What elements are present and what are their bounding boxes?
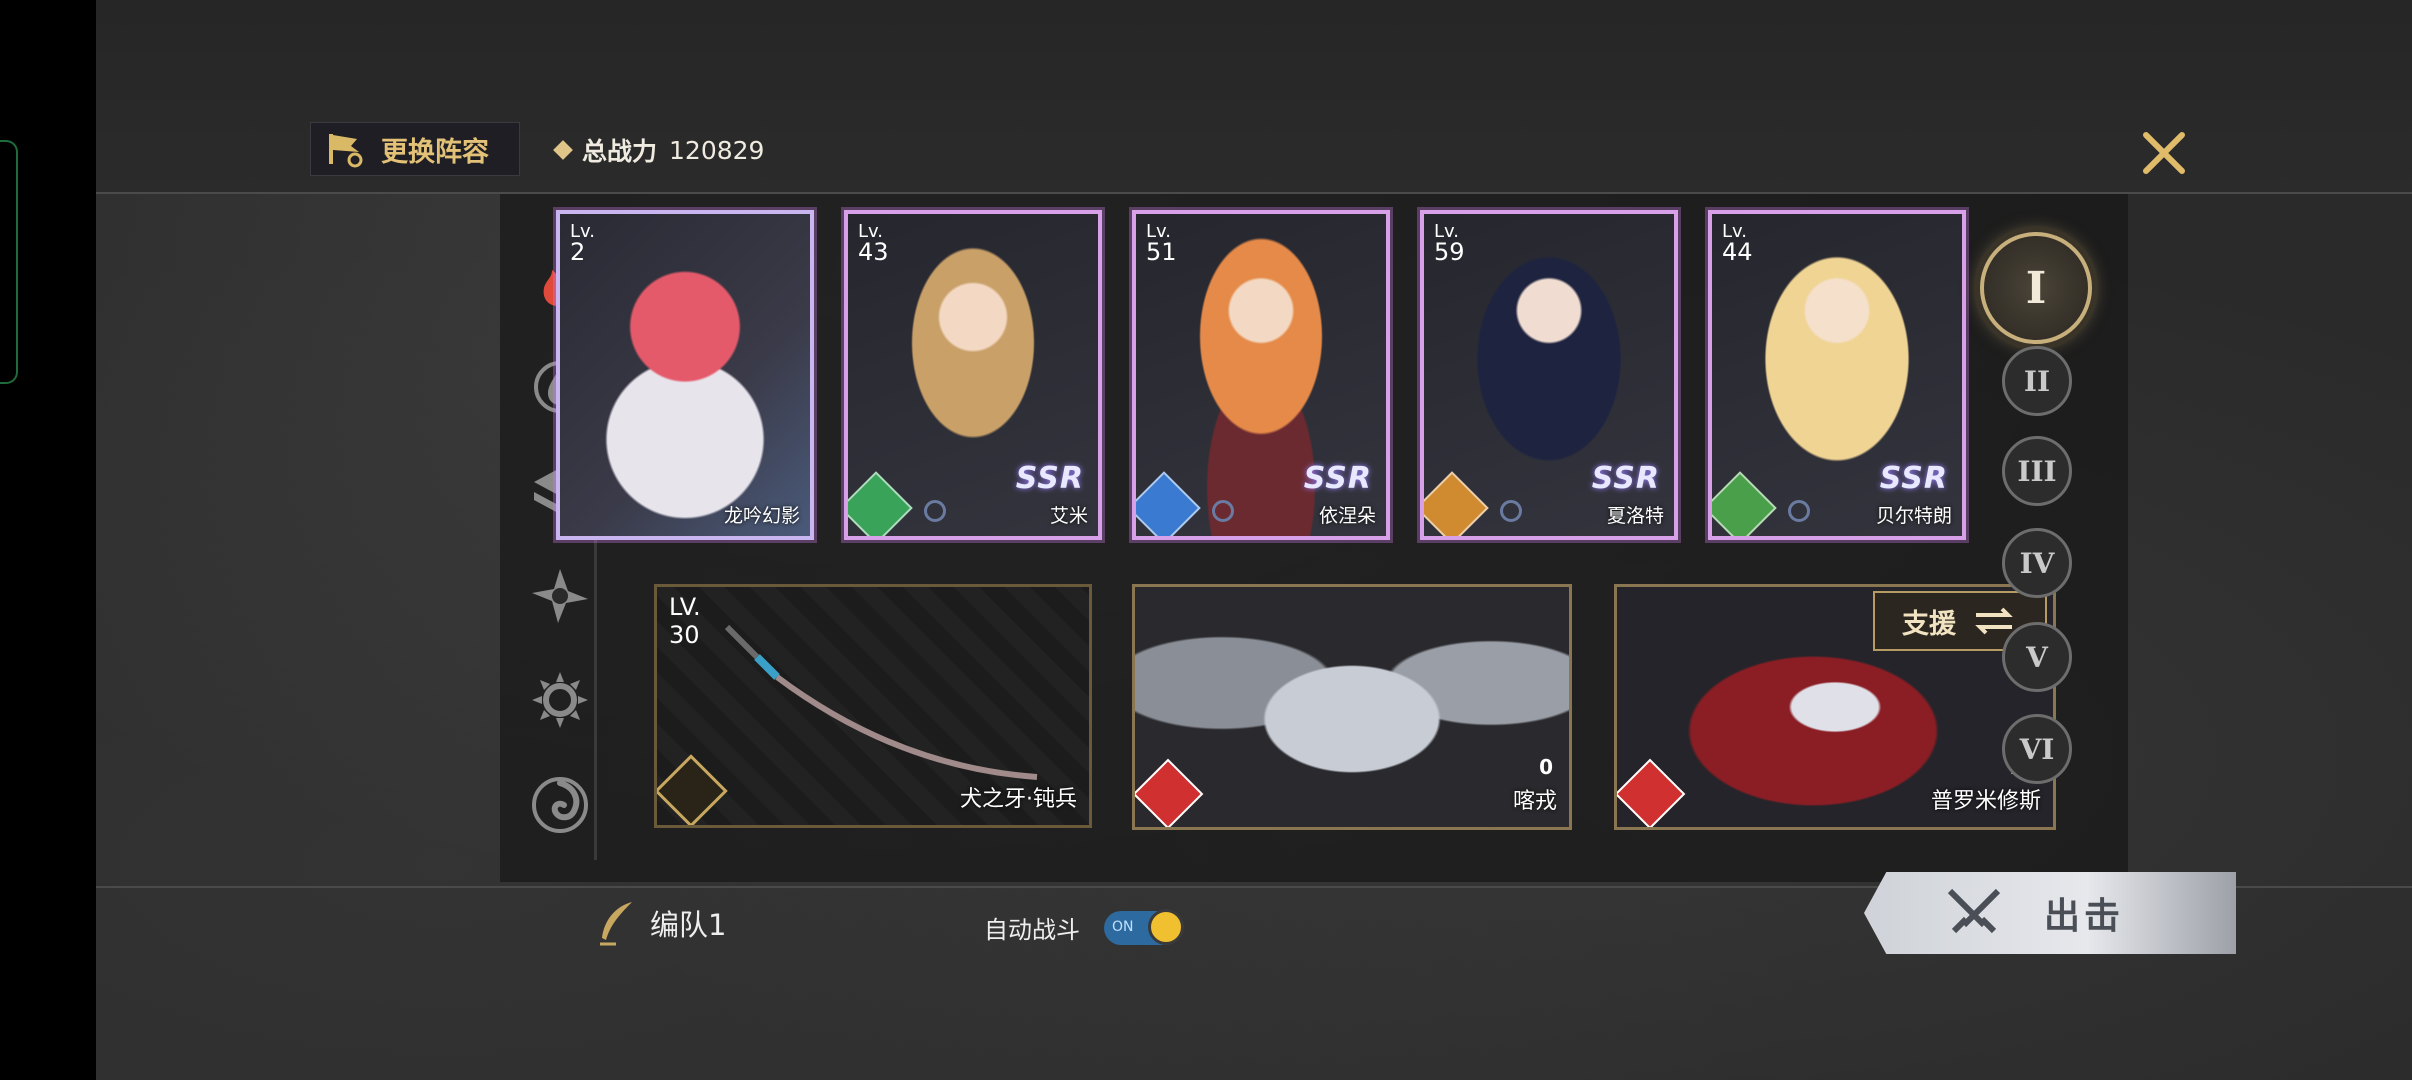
rarity-badge: SSR [1591,461,1660,496]
character-portrait [560,214,810,536]
rarity-badge: SSR [1879,461,1948,496]
support-label: 支援 [1902,608,1956,640]
ring-icon [924,500,946,522]
character-card-1[interactable]: Lv. 2 龙吟幻影 [556,210,814,540]
mech-count: 0 [1539,755,1553,779]
screen-bezel [0,0,96,1080]
team-label: 编队1 [650,908,727,942]
auto-battle-label: 自动战斗 [984,916,1080,944]
weapon-level: LV. 30 [669,593,701,649]
auto-battle-toggle[interactable]: ON [1104,908,1184,945]
wind-icon [532,569,588,623]
ring-icon [1500,500,1522,522]
character-name: 龙吟幻影 [723,505,800,527]
light-tab[interactable] [530,670,590,730]
change-lineup-button[interactable]: 更换阵容 [310,122,520,176]
change-lineup-label: 更换阵容 [381,136,489,168]
total-power-value: 120829 [669,135,765,165]
toggle-on-label: ON [1112,918,1134,935]
quill-icon [600,902,632,946]
total-power: 总战力 120829 [553,132,765,168]
rarity-badge: SSR [1015,461,1084,496]
lineup-tab-1[interactable]: I [1980,232,2092,344]
ring-icon [1788,500,1810,522]
auto-battle: 自动战斗 ON [984,908,1184,945]
team-formation-screen: 更换阵容 总战力 120829 Lv. 2 龙吟幻影 Lv. 43 SSR 艾米… [96,0,2412,1080]
ring-icon [1212,500,1234,522]
level: Lv. 44 [1722,221,1753,266]
mech-name: 普罗米修斯 [1930,789,2041,814]
level: Lv. 51 [1146,221,1177,266]
sortie-label: 出击 [2044,896,2125,937]
level: Lv. 59 [1434,221,1465,266]
rarity-badge: SSR [1303,461,1372,496]
character-card-2[interactable]: Lv. 43 SSR 艾米 [844,210,1102,540]
level: Lv. 2 [570,221,596,266]
dark-icon [532,777,588,833]
dark-tab[interactable] [530,775,590,835]
character-name: 依涅朵 [1318,505,1376,527]
character-name: 夏洛特 [1606,505,1664,527]
toggle-knob [1148,908,1184,945]
character-card-3[interactable]: Lv. 51 SSR 依涅朵 [1132,210,1390,540]
mech-name: 喀戎 [1512,789,1557,814]
lineup-tab-4[interactable]: IV [2002,528,2072,598]
bezel-indicator [0,140,18,384]
character-name: 艾米 [1049,505,1088,527]
diamond-icon [553,140,573,160]
flag-icon [329,134,363,168]
character-name: 贝尔特朗 [1875,505,1952,527]
crossed-swords-icon [1947,888,2001,934]
close-icon[interactable] [2136,125,2192,181]
lineup-tab-6[interactable]: VI [2002,714,2072,784]
character-card-5[interactable]: Lv. 44 SSR 贝尔特朗 [1708,210,1966,540]
weapon-card[interactable]: LV. 30 犬之牙·钝兵 [654,584,1092,828]
lineup-tab-3[interactable]: III [2002,436,2072,506]
sortie-button[interactable]: 出击 [1864,872,2236,954]
lineup-tab-5[interactable]: V [2002,622,2072,692]
team-selector[interactable]: 编队1 [596,900,726,946]
wind-tab[interactable] [530,565,590,625]
mech-card-2[interactable]: 支援 10 普罗米修斯 [1614,584,2056,830]
light-icon [532,672,588,728]
character-card-4[interactable]: Lv. 59 SSR 夏洛特 [1420,210,1678,540]
total-power-label: 总战力 [582,137,658,166]
lineup-tab-2[interactable]: II [2002,346,2072,416]
mech-card-1[interactable]: 0 喀戎 [1132,584,1572,830]
level: Lv. 43 [858,221,889,266]
sword-icon [724,624,1038,780]
weapon-name: 犬之牙·钝兵 [960,787,1077,812]
